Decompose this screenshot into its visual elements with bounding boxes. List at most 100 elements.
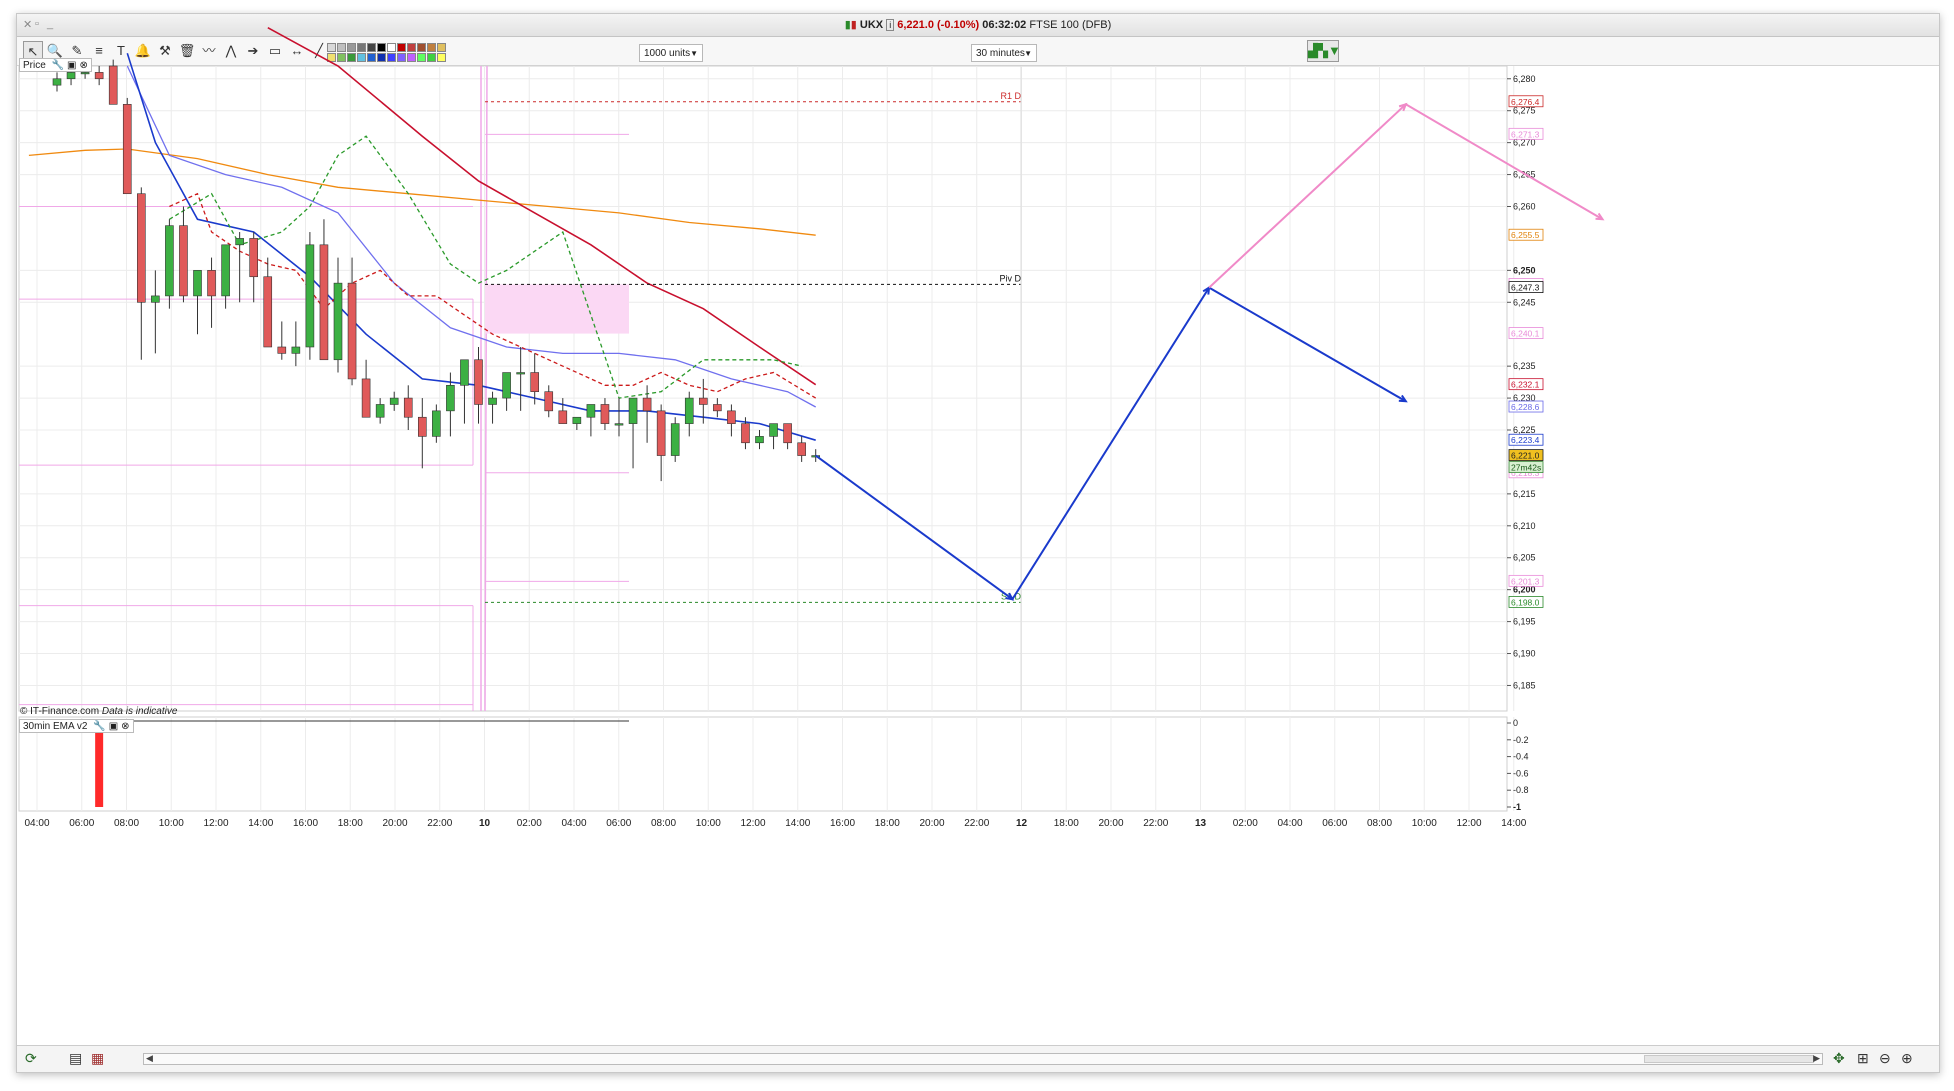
x-tick-label: 12:00 [1456, 818, 1481, 829]
candle-body [670, 423, 680, 456]
candle-body [137, 193, 146, 303]
layers-icon[interactable]: ▦ [91, 1050, 104, 1067]
y-tick-label: 6,250 [1513, 265, 1536, 275]
x-tick-label: 08:00 [1367, 818, 1392, 829]
x-tick-label: 02:00 [1233, 818, 1258, 829]
price-tag-label: 6,240.1 [1511, 329, 1540, 339]
disclaimer-text: Data is indicative [101, 706, 178, 717]
candle-body [347, 282, 357, 380]
x-tick-label: 14:00 [248, 818, 273, 829]
candle-body [642, 397, 652, 412]
candle-body [446, 385, 455, 412]
price-tag-label: 6,223.4 [1511, 435, 1540, 445]
price-tag-label: 6,255.5 [1511, 230, 1540, 240]
horizontal-scrollbar[interactable]: ◀ ▶ [143, 1053, 1823, 1065]
ema-pane [18, 716, 1508, 812]
price-tag-label: 6,221.0 [1511, 451, 1540, 461]
wrench-icon[interactable]: 🔧 [52, 59, 64, 73]
price-tag-label: 6,271.3 [1511, 129, 1540, 139]
candle-body [389, 397, 399, 405]
ema-y-tick-label: -0.8 [1513, 785, 1529, 795]
candle-body [235, 238, 244, 246]
candle-body [488, 397, 497, 405]
candle-body [797, 442, 806, 456]
y-tick-label: 6,260 [1513, 201, 1536, 211]
price-pane-label: Price 🔧 ▣ ⊗ [19, 58, 92, 72]
x-tick-label: 20:00 [919, 818, 944, 829]
y-tick-label: 6,245 [1513, 297, 1536, 307]
scroll-right-icon[interactable]: ▶ [1813, 1053, 1820, 1064]
candle-body [614, 423, 624, 426]
scroll-left-icon[interactable]: ◀ [146, 1053, 153, 1064]
x-tick-label: 10:00 [159, 818, 184, 829]
candle-body [530, 372, 540, 392]
x-tick-label: 10 [479, 818, 491, 829]
ema-y-tick-label: -1 [1513, 802, 1521, 812]
zoom-out-icon[interactable]: ⊖ [1879, 1050, 1891, 1067]
price-tag-label: 6,198.0 [1511, 597, 1540, 607]
ema-signal-bar [95, 723, 104, 807]
ema-pane-title: 30min EMA v2 [23, 721, 88, 732]
pivot-level-label: R1 D [1000, 91, 1021, 101]
candle-body [474, 359, 483, 405]
y-tick-label: 6,210 [1513, 521, 1536, 531]
bottom-bar: ⟳ ▤ ▦ ◀ ▶ ✥ ⊞ ⊖ ⊕ [17, 1045, 1939, 1072]
candle-body [319, 244, 329, 361]
candle-body [755, 436, 764, 444]
candle-body [108, 65, 118, 105]
candle-body [558, 410, 568, 424]
candle-body [417, 416, 427, 437]
close-circle-icon[interactable]: ⊗ [79, 59, 87, 73]
x-tick-label: 06:00 [1322, 818, 1347, 829]
chart-footer: © IT-Finance.com Data is indicative [20, 706, 177, 717]
candle-body [572, 416, 582, 424]
window-icon[interactable]: ▣ [109, 720, 118, 734]
candle-body [516, 372, 525, 375]
y-tick-label: 6,280 [1513, 74, 1536, 84]
layout-icon[interactable]: ▤ [69, 1050, 82, 1067]
price-pane [18, 65, 1508, 712]
ema-y-tick-label: -0.2 [1513, 735, 1529, 745]
candle-body [628, 397, 638, 424]
candle-body [769, 423, 778, 437]
wrench-icon[interactable]: 🔧 [93, 720, 105, 734]
x-tick-label: 12:00 [203, 818, 228, 829]
refresh-icon[interactable]: ⟳ [25, 1050, 37, 1067]
price-tag-label: 6,232.1 [1511, 380, 1540, 390]
close-circle-icon[interactable]: ⊗ [121, 720, 129, 734]
y-tick-label: 6,235 [1513, 361, 1536, 371]
ema-y-tick-label: -0.4 [1513, 752, 1529, 762]
x-tick-label: 16:00 [830, 818, 855, 829]
x-tick-label: 06:00 [69, 818, 94, 829]
candle-body [783, 423, 792, 444]
candle-body [249, 238, 258, 278]
x-tick-label: 04:00 [24, 818, 49, 829]
x-tick-label: 14:00 [1501, 818, 1526, 829]
candle-body [713, 404, 722, 412]
candle-body [727, 410, 736, 424]
x-tick-label: 02:00 [517, 818, 542, 829]
candle-body [684, 397, 694, 424]
x-tick-label: 16:00 [293, 818, 318, 829]
chart-canvas[interactable]: 04:00 06:00 08:00 10:00 12:00 14:00 16:00 18:00… [17, 14, 1939, 1044]
zoom-fit-icon[interactable]: ⊞ [1857, 1050, 1869, 1067]
candle-body [179, 225, 188, 297]
y-tick-label: 6,225 [1513, 425, 1536, 435]
window-icon[interactable]: ▣ [67, 59, 76, 73]
scroll-thumb[interactable] [1644, 1055, 1814, 1063]
price-tag-label: 6,276.4 [1511, 97, 1540, 107]
zoom-in-icon[interactable]: ⊕ [1901, 1050, 1913, 1067]
pivot-level-label: Piv D [999, 273, 1021, 283]
x-tick-label: 22:00 [427, 818, 452, 829]
ema-y-tick-label: -0.6 [1513, 768, 1529, 778]
candle-body [66, 72, 76, 80]
chart-window: ✕ ▫ _ ▮▮ UKX i 6,221.0 (-0.10%) 06:32:02… [16, 13, 1940, 1073]
y-tick-label: 6,185 [1513, 680, 1536, 690]
x-tick-label: 10:00 [1412, 818, 1437, 829]
candle-body [333, 282, 343, 361]
candle-body [656, 410, 666, 456]
crosshair-icon[interactable]: ✥ [1833, 1050, 1845, 1067]
candle-body [586, 404, 596, 418]
candle-body [502, 372, 511, 399]
x-tick-label: 12:00 [740, 818, 765, 829]
